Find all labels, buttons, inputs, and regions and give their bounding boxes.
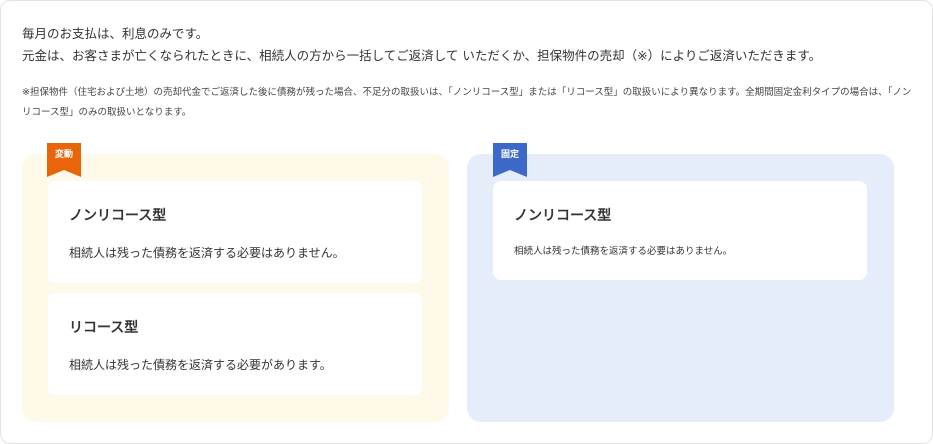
intro-line-principal-repayment: 元金は、お客さまが亡くなられたときに、相続人の方から一括してご返済して いただく…	[22, 48, 822, 63]
card-description: 相続人は残った債務を返済する必要はありません。	[514, 246, 733, 257]
card-description: 相続人は残った債務を返済する必要があります。	[69, 358, 332, 372]
fixed-rate-ribbon: 固定	[493, 143, 527, 177]
variable-rate-ribbon: 変動	[47, 143, 81, 177]
variable-rate-ribbon-label: 変動	[54, 150, 73, 160]
variable-recourse-card: リコース型 相続人は残った債務を返済する必要があります。	[48, 293, 422, 395]
intro-line-interest-only: 毎月のお支払は、利息のみです。	[22, 26, 209, 41]
intro-text: 毎月のお支払は、利息のみです。 元金は、お客さまが亡くなられたときに、相続人の方…	[22, 23, 821, 67]
card-title: ノンリコース型	[514, 208, 612, 224]
card-title: ノンリコース型	[69, 208, 167, 224]
fixed-nonrecourse-card: ノンリコース型 相続人は残った債務を返済する必要はありません。	[493, 181, 867, 280]
card-description: 相続人は残った債務を返済する必要はありません。	[69, 246, 345, 260]
collateral-sale-note: ※担保物件（住宅および土地）の売却代金でご返済した後に債務が残った場合、不足分の…	[22, 87, 912, 118]
fixed-rate-ribbon-label: 固定	[500, 150, 519, 160]
card-title: リコース型	[69, 320, 139, 336]
variable-nonrecourse-card: ノンリコース型 相続人は残った債務を返済する必要はありません。	[48, 181, 422, 283]
